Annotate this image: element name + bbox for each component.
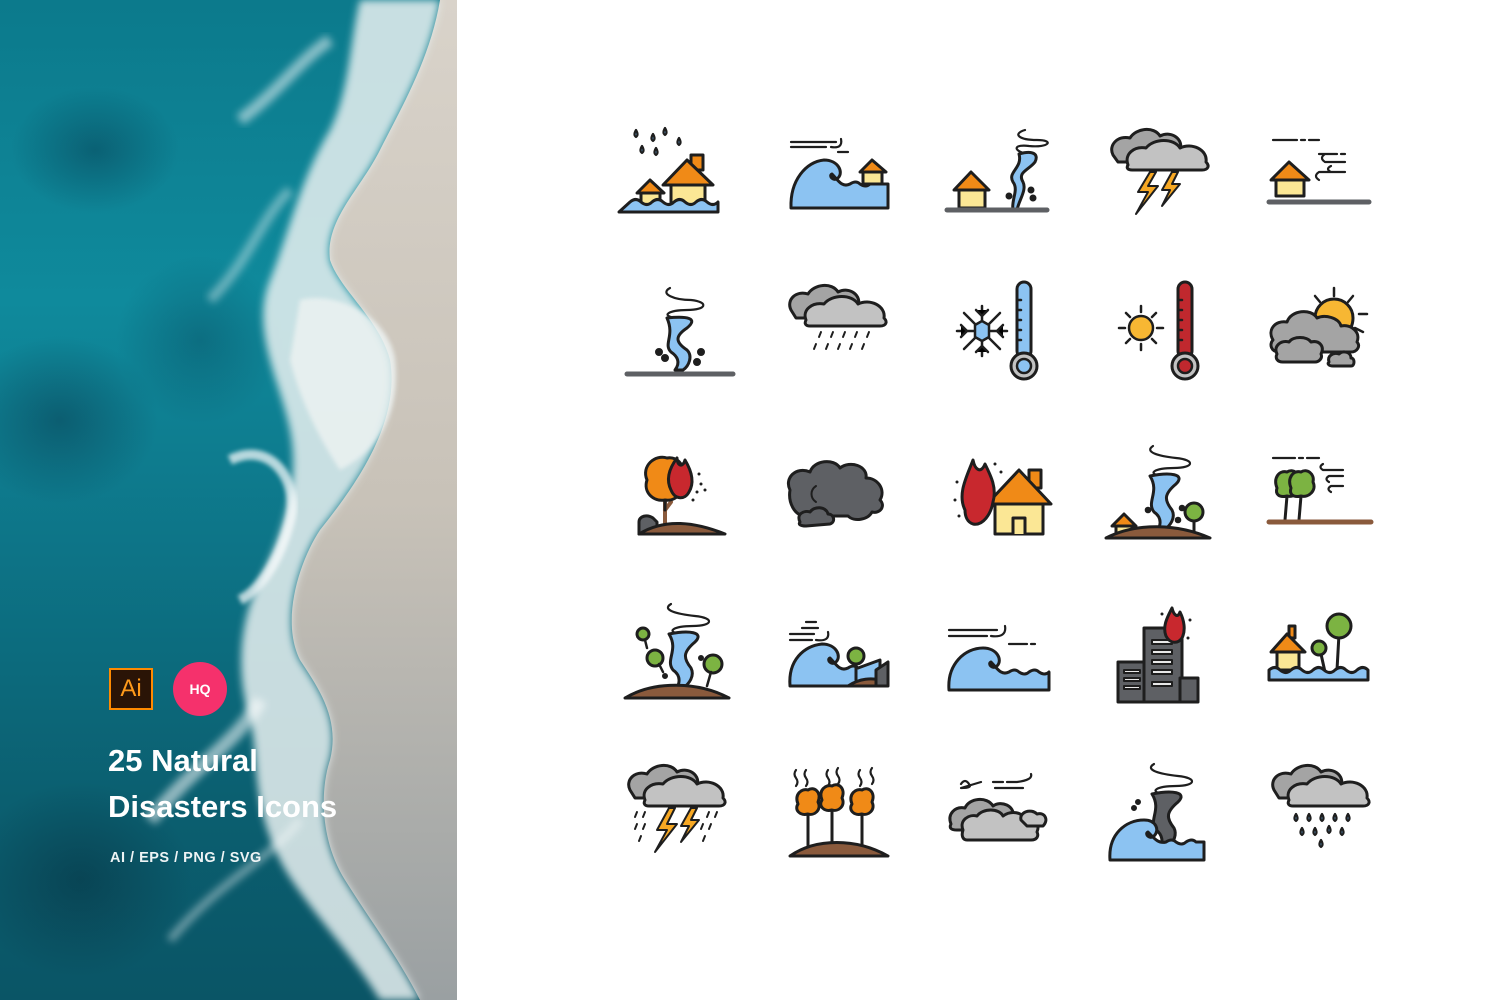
snowflake-icon [955,304,1009,358]
file-formats: AI / EPS / PNG / SVG [110,850,262,866]
dark-smoke-clouds-icon [776,430,906,560]
heavy-rain-cloud-icon [1259,750,1389,880]
forest-fire-icon [615,430,745,560]
hero-photo-ocean-beach: Ai HQ 25 Natural Disasters Icons AI / EP… [0,0,457,1000]
sun-icon [1117,304,1165,352]
title-line-1: 25 Natural [108,743,258,778]
drought-heat-trees-icon [776,750,906,880]
rain-clouds-icon [776,270,906,400]
wind-trees-icon [1259,430,1389,560]
tsunami-coast-tree-icon [776,590,906,720]
title-line-2: Disasters Icons [108,789,338,824]
thunderstorm-clouds-icon [1098,110,1228,240]
house-fire-icon [937,430,1067,560]
tornado-house-icon [937,110,1067,240]
product-title: 25 Natural Disasters Icons [108,738,337,830]
tsunami-wind-icon [937,590,1067,720]
cold-thermometer-icon [937,270,1067,400]
flooded-house-trees-icon [1259,590,1389,720]
tornado-debris-icon [615,270,745,400]
adobe-illustrator-badge: Ai [109,668,153,710]
software-badges: Ai HQ [109,662,227,716]
thunderstorm-rain-icon [615,750,745,880]
tsunami-tornado-icon [1098,750,1228,880]
sun-behind-clouds-icon [1259,270,1389,400]
tsunami-house-icon [776,110,906,240]
windy-clouds-icon [937,750,1067,880]
wind-house-icon [1259,110,1389,240]
tornado-trees-hill-icon [615,590,745,720]
building-fire-icon [1098,590,1228,720]
tornado-house-tree-icon [1098,430,1228,560]
hq-badge: HQ [173,662,227,716]
heat-thermometer-icon [1098,270,1228,400]
flood-houses-rain-icon [615,110,745,240]
